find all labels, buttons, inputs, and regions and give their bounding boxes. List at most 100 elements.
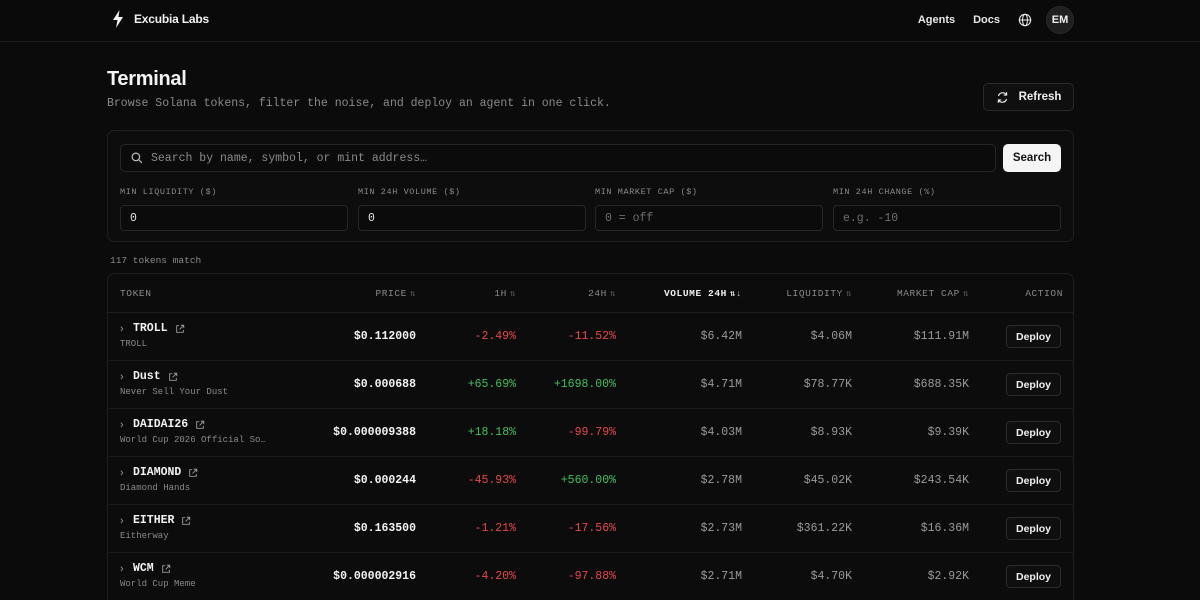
mcap-cell: $9.39K: [927, 426, 969, 439]
deploy-button[interactable]: Deploy: [1006, 517, 1061, 540]
external-link-icon[interactable]: [195, 420, 205, 430]
table-row[interactable]: › DAIDAI26 World Cup 2026 Official So… $…: [108, 409, 1073, 457]
liquidity-cell: $361.22K: [796, 522, 852, 535]
token-cell: › TROLL TROLL: [120, 322, 185, 349]
change-1h-cell: -1.21%: [474, 522, 516, 535]
refresh-icon: [997, 91, 1007, 103]
table-row[interactable]: › TROLL TROLL $0.112000 -2.49% -11.52% $…: [108, 313, 1073, 361]
match-count: 117 tokens match: [110, 255, 202, 266]
mcap-cell: $243.54K: [913, 474, 969, 487]
external-link-icon[interactable]: [161, 564, 171, 574]
table-row[interactable]: › DIAMOND Diamond Hands $0.000244 -45.93…: [108, 457, 1073, 505]
col-1h[interactable]: 1H ⇅: [494, 288, 516, 299]
mcap-cell: $2.92K: [927, 570, 969, 583]
change-24h-cell: +560.00%: [560, 474, 616, 487]
mcap-cell: $688.35K: [913, 378, 969, 391]
volume-cell: $2.73M: [700, 522, 742, 535]
col-liquidity[interactable]: LIQUIDITY ⇅: [786, 288, 852, 299]
search-input[interactable]: [151, 151, 995, 165]
col-action-label: ACTION: [1025, 288, 1063, 299]
chevron-right-icon[interactable]: ›: [120, 467, 126, 479]
col-volume-label: VOLUME 24H: [663, 288, 727, 299]
min-volume-input[interactable]: [358, 205, 586, 231]
deploy-button[interactable]: Deploy: [1006, 469, 1061, 492]
volume-cell: $2.78M: [700, 474, 742, 487]
liquidity-cell: $4.06M: [810, 330, 852, 343]
token-cell: › DIAMOND Diamond Hands: [120, 466, 198, 493]
filter-label: MIN 24H CHANGE (%): [833, 187, 936, 197]
filter-label: MIN 24H VOLUME ($): [358, 187, 461, 197]
globe-icon[interactable]: [1018, 13, 1032, 27]
min-liquidity-input[interactable]: [120, 205, 348, 231]
filter-min-mcap: MIN MARKET CAP ($): [595, 187, 823, 231]
table-row[interactable]: › Dust Never Sell Your Dust $0.000688 +6…: [108, 361, 1073, 409]
external-link-icon[interactable]: [175, 324, 185, 334]
page-subtitle: Browse Solana tokens, filter the noise, …: [107, 97, 611, 110]
chevron-right-icon[interactable]: ›: [120, 419, 126, 431]
chevron-right-icon[interactable]: ›: [120, 323, 126, 335]
token-symbol: EITHER: [133, 514, 175, 527]
token-name: TROLL: [120, 339, 148, 349]
nav-link-docs[interactable]: Docs: [973, 14, 1000, 26]
token-symbol: WCM: [133, 562, 154, 575]
volume-cell: $2.71M: [700, 570, 742, 583]
chevron-right-icon[interactable]: ›: [120, 515, 126, 527]
col-action: ACTION: [1025, 288, 1063, 299]
sort-icon: ⇅: [509, 288, 516, 299]
table-row[interactable]: › EITHER Eitherway $0.163500 -1.21% -17.…: [108, 505, 1073, 553]
col-volume[interactable]: VOLUME 24H ⇅↓: [664, 288, 742, 299]
token-symbol: Dust: [133, 370, 161, 383]
col-mcap[interactable]: MARKET CAP ⇅: [897, 288, 969, 299]
table-row[interactable]: › WCM World Cup Meme $0.000002916 -4.20%…: [108, 553, 1073, 600]
nav-link-agents[interactable]: Agents: [918, 14, 955, 26]
col-token-label: TOKEN: [120, 288, 152, 299]
search-icon: [131, 152, 143, 164]
external-link-icon[interactable]: [181, 516, 191, 526]
external-link-icon[interactable]: [168, 372, 178, 382]
price-cell: $0.112000: [353, 330, 416, 343]
refresh-button[interactable]: Refresh: [983, 83, 1074, 111]
change-24h-cell: -11.52%: [567, 330, 616, 343]
token-symbol: DAIDAI26: [133, 418, 189, 431]
change-1h-cell: -2.49%: [474, 330, 516, 343]
sort-icon: ⇅: [409, 288, 416, 299]
deploy-button[interactable]: Deploy: [1006, 565, 1061, 588]
price-cell: $0.000009388: [333, 426, 416, 439]
external-link-icon[interactable]: [188, 468, 198, 478]
sort-icon: ⇅: [845, 288, 852, 299]
deploy-button[interactable]: Deploy: [1006, 421, 1061, 444]
min-change-input[interactable]: [833, 205, 1061, 231]
mcap-cell: $16.36M: [920, 522, 969, 535]
change-1h-cell: -4.20%: [474, 570, 516, 583]
col-1h-label: 1H: [494, 288, 507, 299]
brand[interactable]: Excubia Labs: [112, 10, 209, 28]
token-cell: › EITHER Eitherway: [120, 514, 191, 541]
change-1h-cell: +18.18%: [467, 426, 516, 439]
nav-right: Agents Docs EM: [918, 6, 1074, 34]
price-cell: $0.000002916: [333, 570, 416, 583]
mcap-cell: $111.91M: [913, 330, 969, 343]
deploy-button[interactable]: Deploy: [1006, 373, 1061, 396]
search-button[interactable]: Search: [1003, 144, 1061, 172]
liquidity-cell: $8.93K: [810, 426, 852, 439]
token-symbol: TROLL: [133, 322, 168, 335]
col-liquidity-label: LIQUIDITY: [786, 288, 843, 299]
chevron-right-icon[interactable]: ›: [120, 371, 126, 383]
change-1h-cell: +65.69%: [467, 378, 516, 391]
volume-cell: $6.42M: [700, 330, 742, 343]
brand-name: Excubia Labs: [134, 12, 209, 26]
col-price-label: PRICE: [375, 288, 407, 299]
avatar[interactable]: EM: [1046, 6, 1074, 34]
search-box[interactable]: [120, 144, 996, 172]
price-cell: $0.000688: [353, 378, 416, 391]
col-24h[interactable]: 24H ⇅: [588, 288, 616, 299]
col-price[interactable]: PRICE ⇅: [375, 288, 416, 299]
chevron-right-icon[interactable]: ›: [120, 563, 126, 575]
sort-icon: ⇅: [609, 288, 616, 299]
token-name: Eitherway: [120, 531, 169, 541]
deploy-button[interactable]: Deploy: [1006, 325, 1061, 348]
volume-cell: $4.71M: [700, 378, 742, 391]
min-mcap-input[interactable]: [595, 205, 823, 231]
col-mcap-label: MARKET CAP: [896, 288, 960, 299]
token-name: World Cup 2026 Official So…: [120, 435, 266, 445]
